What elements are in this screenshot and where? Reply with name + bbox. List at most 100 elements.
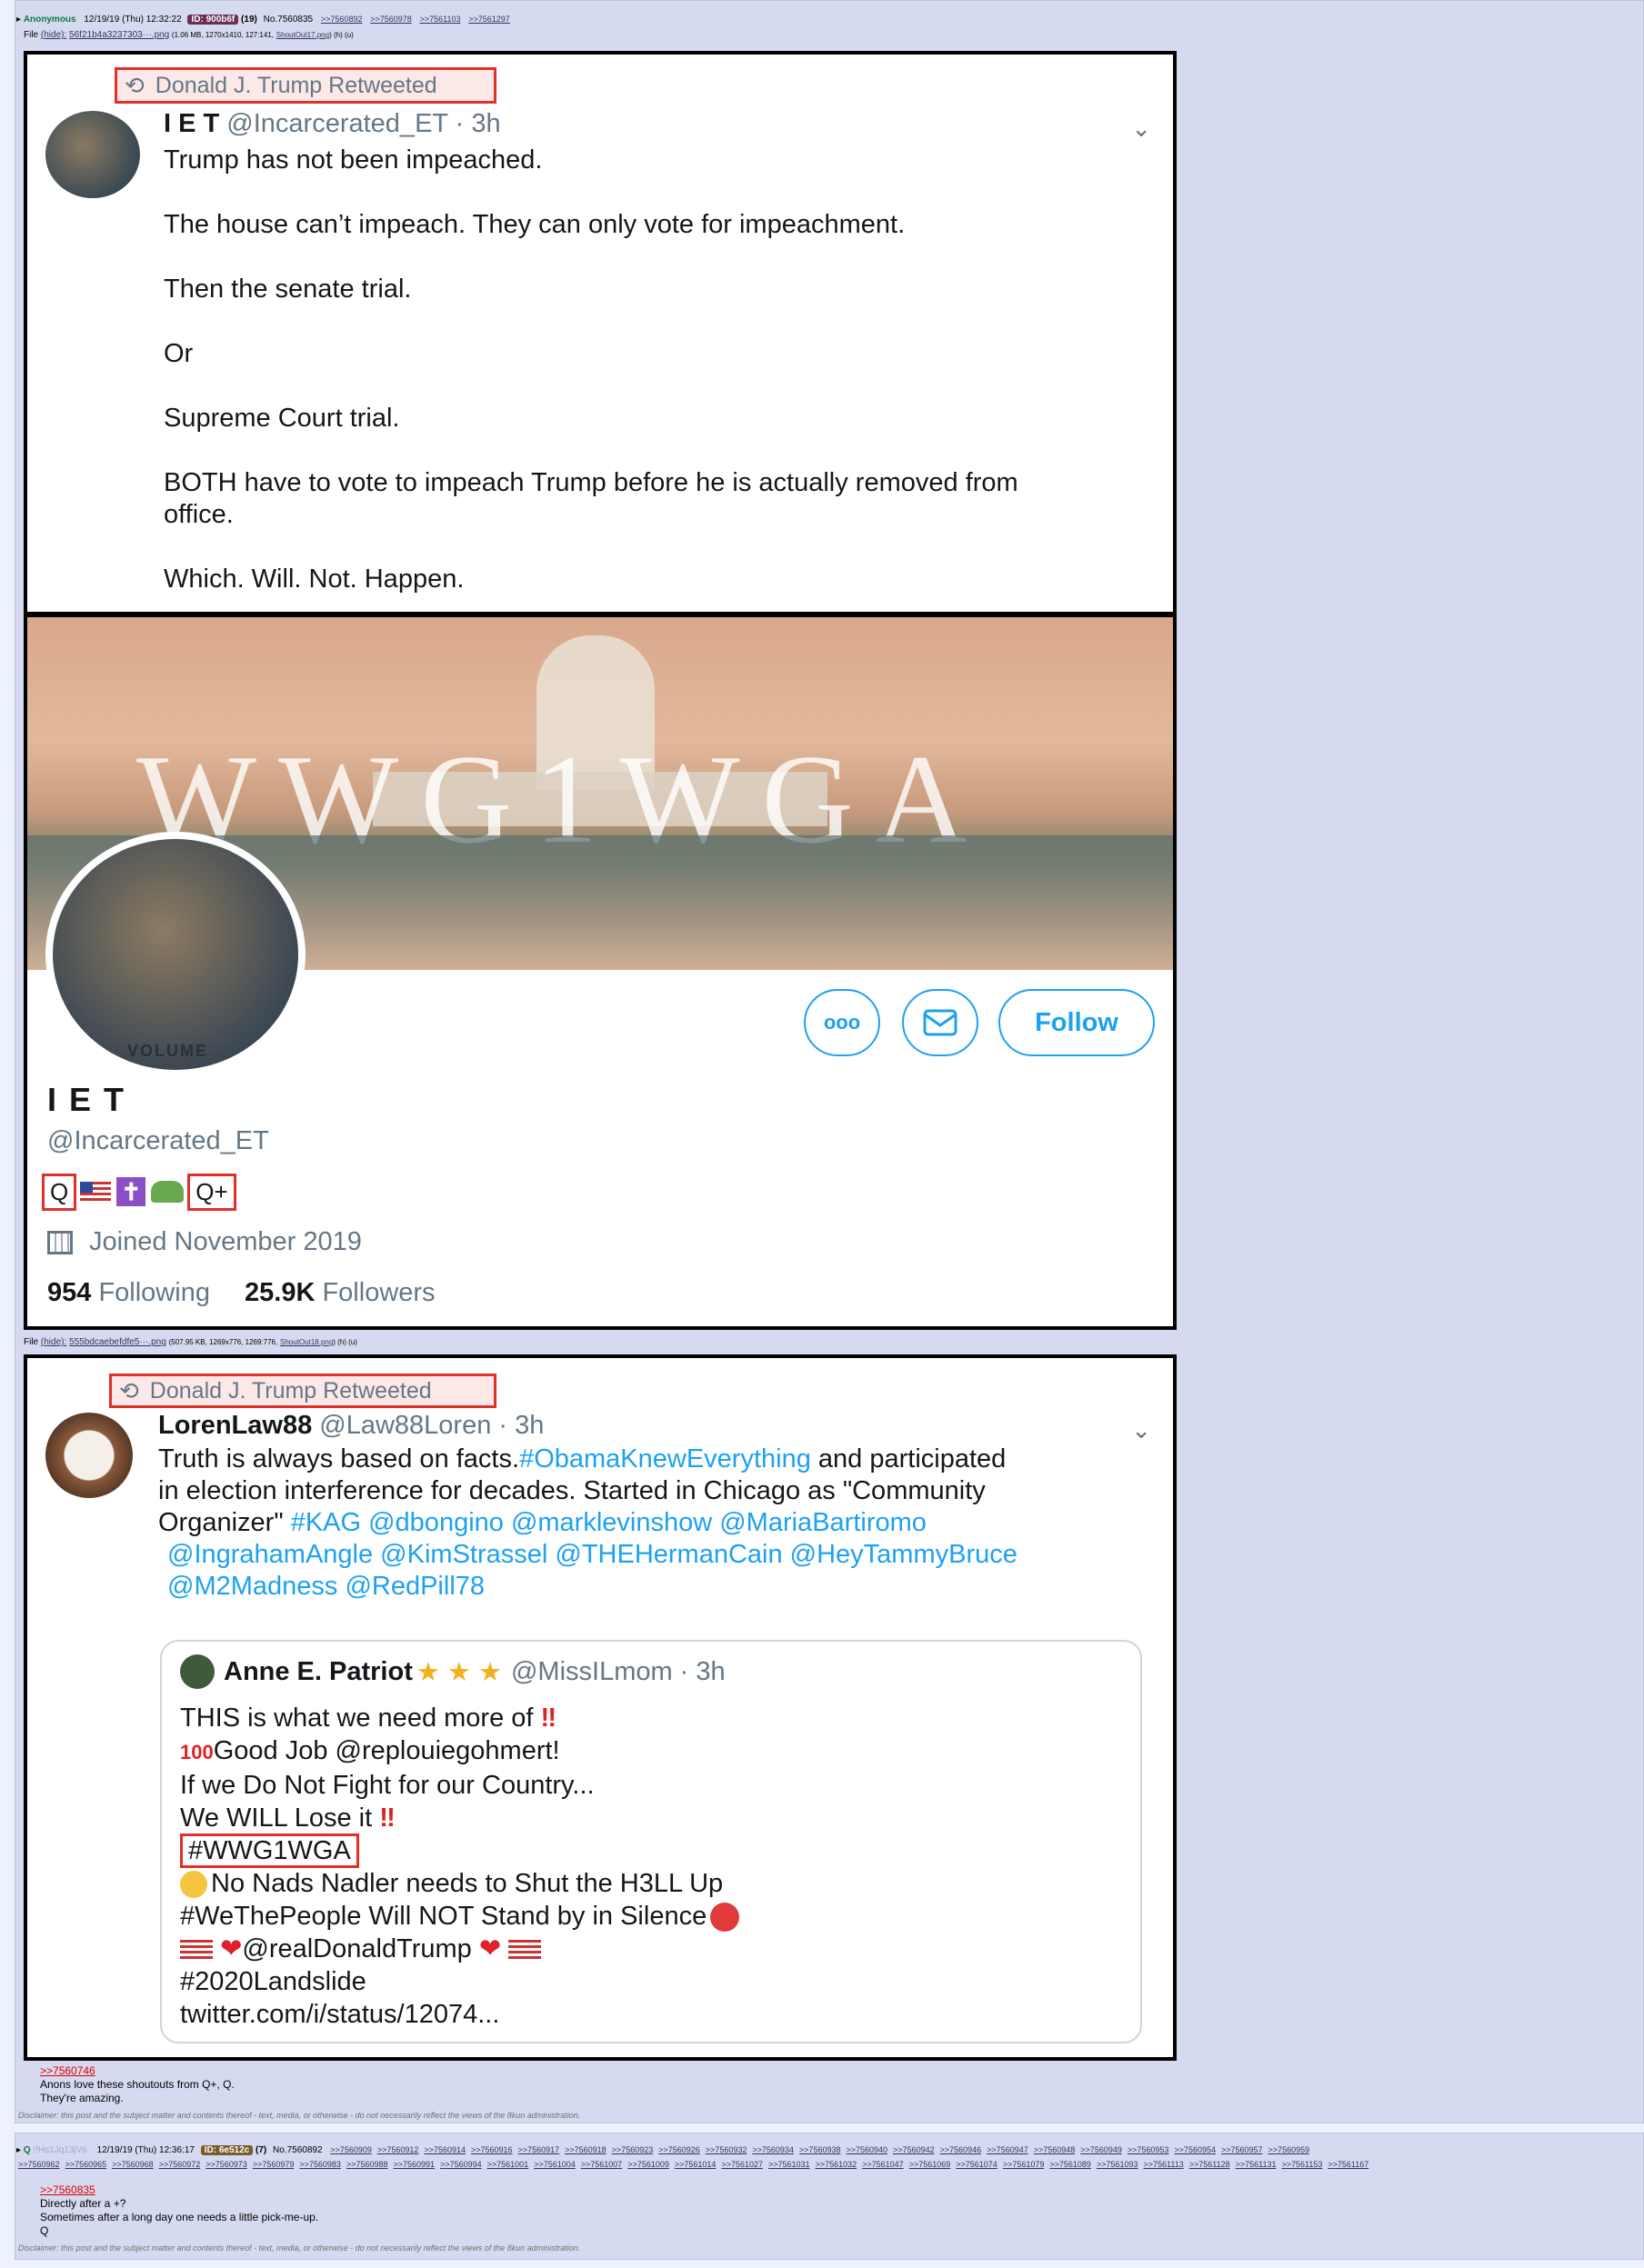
backlink[interactable]: >>7561153 bbox=[1282, 2160, 1323, 2169]
backlink[interactable]: >>7560959 bbox=[1268, 2145, 1310, 2154]
original-filename[interactable]: ShoutOut17.png bbox=[276, 31, 329, 39]
backlink[interactable]: >>7561128 bbox=[1189, 2160, 1230, 2169]
backlink[interactable]: >>7560940 bbox=[846, 2145, 887, 2154]
post-number[interactable]: No.7560892 bbox=[273, 2145, 323, 2155]
backlink[interactable]: >>7560965 bbox=[65, 2160, 107, 2169]
followers-count[interactable]: 25.9K bbox=[245, 1278, 315, 1307]
backlink[interactable]: >>7561001 bbox=[487, 2160, 529, 2169]
avatar[interactable] bbox=[45, 111, 140, 198]
backlink[interactable]: >>7560948 bbox=[1034, 2145, 1076, 2154]
quoted-handle[interactable]: @MissILmom bbox=[511, 1657, 673, 1687]
backlink[interactable]: >>7560932 bbox=[706, 2145, 747, 2154]
mention-links[interactable]: #KAG @dbongino @marklevinshow @MariaBart… bbox=[291, 1508, 927, 1537]
backlink[interactable]: >>7561032 bbox=[816, 2160, 857, 2169]
backlink[interactable]: >>7561131 bbox=[1236, 2160, 1277, 2169]
tweet-image-2[interactable]: ⟲ Donald J. Trump Retweeted LorenLaw88 @… bbox=[24, 1354, 1177, 2061]
backlink[interactable]: >>7560968 bbox=[112, 2160, 154, 2169]
backlink[interactable]: >>7561103 bbox=[420, 15, 461, 24]
post-number[interactable]: No.7560835 bbox=[264, 15, 314, 25]
original-filename[interactable]: ShoutOut18.png bbox=[280, 1338, 333, 1346]
backlink[interactable]: >>7561089 bbox=[1049, 2160, 1091, 2169]
quoted-time[interactable]: · 3h bbox=[680, 1657, 726, 1687]
backlink[interactable]: >>7561031 bbox=[768, 2160, 810, 2169]
backlink[interactable]: >>7560949 bbox=[1080, 2145, 1122, 2154]
quoted-avatar[interactable] bbox=[180, 1654, 215, 1689]
backlink[interactable]: >>7560978 bbox=[370, 15, 412, 24]
hide-link[interactable]: (hide): bbox=[41, 1337, 66, 1347]
backlink[interactable]: >>7561007 bbox=[581, 2160, 623, 2169]
tweet-time[interactable]: · 3h bbox=[498, 1411, 544, 1440]
backlink[interactable]: >>7561297 bbox=[468, 15, 510, 24]
poster-id-badge[interactable]: ID: 6e512c bbox=[200, 2145, 254, 2155]
chevron-down-icon[interactable]: ⌄ bbox=[1131, 115, 1151, 143]
backlink[interactable]: >>7560926 bbox=[658, 2145, 700, 2154]
backlink[interactable]: >>7560938 bbox=[799, 2145, 841, 2154]
backlink[interactable]: >>7560953 bbox=[1128, 2145, 1169, 2154]
quote-link[interactable]: >>7560835 bbox=[40, 2183, 95, 2196]
backlink[interactable]: >>7561027 bbox=[721, 2160, 763, 2169]
quote-link[interactable]: >>7560746 bbox=[40, 2064, 95, 2077]
backlink[interactable]: >>7560918 bbox=[565, 2145, 606, 2154]
more-options-button[interactable]: ooo bbox=[804, 989, 880, 1056]
following-count[interactable]: 954 bbox=[47, 1278, 91, 1307]
backlink[interactable]: >>7560917 bbox=[518, 2145, 560, 2154]
chevron-down-icon[interactable]: ⌄ bbox=[1131, 1416, 1151, 1444]
backlink[interactable]: >>7560947 bbox=[987, 2145, 1028, 2154]
tweet-image-1[interactable]: ⟲ Donald J. Trump Retweeted I E T @Incar… bbox=[24, 51, 1177, 615]
backlink[interactable]: >>7560946 bbox=[940, 2145, 982, 2154]
backlink[interactable]: >>7561004 bbox=[534, 2160, 576, 2169]
backlink[interactable]: >>7560983 bbox=[299, 2160, 341, 2169]
backlink[interactable]: >>7560988 bbox=[346, 2160, 388, 2169]
hashtag-link[interactable]: #ObamaKnewEverything bbox=[519, 1444, 811, 1474]
backlink[interactable]: >>7560973 bbox=[206, 2160, 247, 2169]
backlink[interactable]: >>7561009 bbox=[627, 2160, 669, 2169]
tweet-handle[interactable]: @Incarcerated_ET bbox=[226, 109, 447, 138]
backlink[interactable]: >>7560954 bbox=[1174, 2145, 1216, 2154]
backlink[interactable]: >>7560934 bbox=[752, 2145, 794, 2154]
backlink[interactable]: >>7561167 bbox=[1328, 2160, 1368, 2169]
backlink[interactable]: >>7560994 bbox=[440, 2160, 482, 2169]
profile-image[interactable]: WWG1WGA VOLUME ooo Follow I E T @Incarce… bbox=[24, 614, 1177, 1330]
backlink[interactable]: >>7561014 bbox=[675, 2160, 717, 2169]
tweet-time[interactable]: · 3h bbox=[456, 109, 501, 138]
backlink[interactable]: >>7560912 bbox=[377, 2145, 419, 2154]
quoted-display-name[interactable]: Anne E. Patriot bbox=[224, 1657, 413, 1687]
backlink[interactable]: >>7560909 bbox=[330, 2145, 372, 2154]
hashtag-highlight[interactable]: #WWG1WGA bbox=[180, 1833, 359, 1868]
followers-label[interactable]: Followers bbox=[322, 1278, 435, 1307]
backlink[interactable]: >>7561069 bbox=[909, 2160, 951, 2169]
backlink[interactable]: >>7561079 bbox=[1003, 2160, 1045, 2169]
backlink[interactable]: >>7560979 bbox=[253, 2160, 295, 2169]
backlink[interactable]: >>7560991 bbox=[394, 2160, 436, 2169]
backlink[interactable]: >>7560916 bbox=[471, 2145, 513, 2154]
backlink[interactable]: >>7560972 bbox=[159, 2160, 201, 2169]
quoted-link[interactable]: twitter.com/i/status/12074... bbox=[180, 1998, 739, 2031]
post-arrow-icon[interactable]: ▸ bbox=[16, 15, 21, 25]
backlink[interactable]: >>7561093 bbox=[1097, 2160, 1138, 2169]
backlink[interactable]: >>7560962 bbox=[18, 2160, 60, 2169]
backlink[interactable]: >>7560957 bbox=[1221, 2145, 1263, 2154]
backlink[interactable]: >>7561074 bbox=[956, 2160, 997, 2169]
file-link[interactable]: 555bdcaebefdfe5···.png bbox=[69, 1337, 166, 1347]
backlink[interactable]: >>7561047 bbox=[862, 2160, 904, 2169]
following-label[interactable]: Following bbox=[98, 1278, 210, 1307]
mention-links[interactable]: @M2Madness @RedPill78 bbox=[158, 1571, 1158, 1603]
poster-id-badge[interactable]: ID: 900b6f bbox=[187, 15, 239, 25]
tweet-display-name[interactable]: I E T bbox=[164, 109, 219, 138]
follow-button[interactable]: Follow bbox=[998, 989, 1155, 1056]
tweet-display-name[interactable]: LorenLaw88 bbox=[158, 1411, 312, 1440]
post-arrow-icon[interactable]: ▸ bbox=[16, 2145, 21, 2155]
backlink[interactable]: >>7560942 bbox=[893, 2145, 935, 2154]
backlink[interactable]: >>7560914 bbox=[424, 2145, 466, 2154]
backlink[interactable]: >>7561113 bbox=[1144, 2160, 1184, 2169]
quoted-tweet-card[interactable]: Anne E. Patriot ★ ★ ★ @MissILmom · 3h TH… bbox=[160, 1640, 1142, 2043]
file-link[interactable]: 56f21b4a3237303···.png bbox=[69, 30, 169, 40]
mention-links[interactable]: @IngrahamAngle @KimStrassel @THEHermanCa… bbox=[158, 1539, 1158, 1571]
hide-link[interactable]: (hide): bbox=[41, 30, 66, 40]
backlink[interactable]: >>7560923 bbox=[612, 2145, 654, 2154]
avatar[interactable] bbox=[45, 1413, 133, 1498]
tweet-handle[interactable]: @Law88Loren bbox=[319, 1411, 491, 1440]
message-button[interactable] bbox=[902, 989, 978, 1056]
profile-avatar[interactable]: VOLUME bbox=[45, 832, 306, 1077]
backlink[interactable]: >>7560892 bbox=[321, 15, 363, 24]
